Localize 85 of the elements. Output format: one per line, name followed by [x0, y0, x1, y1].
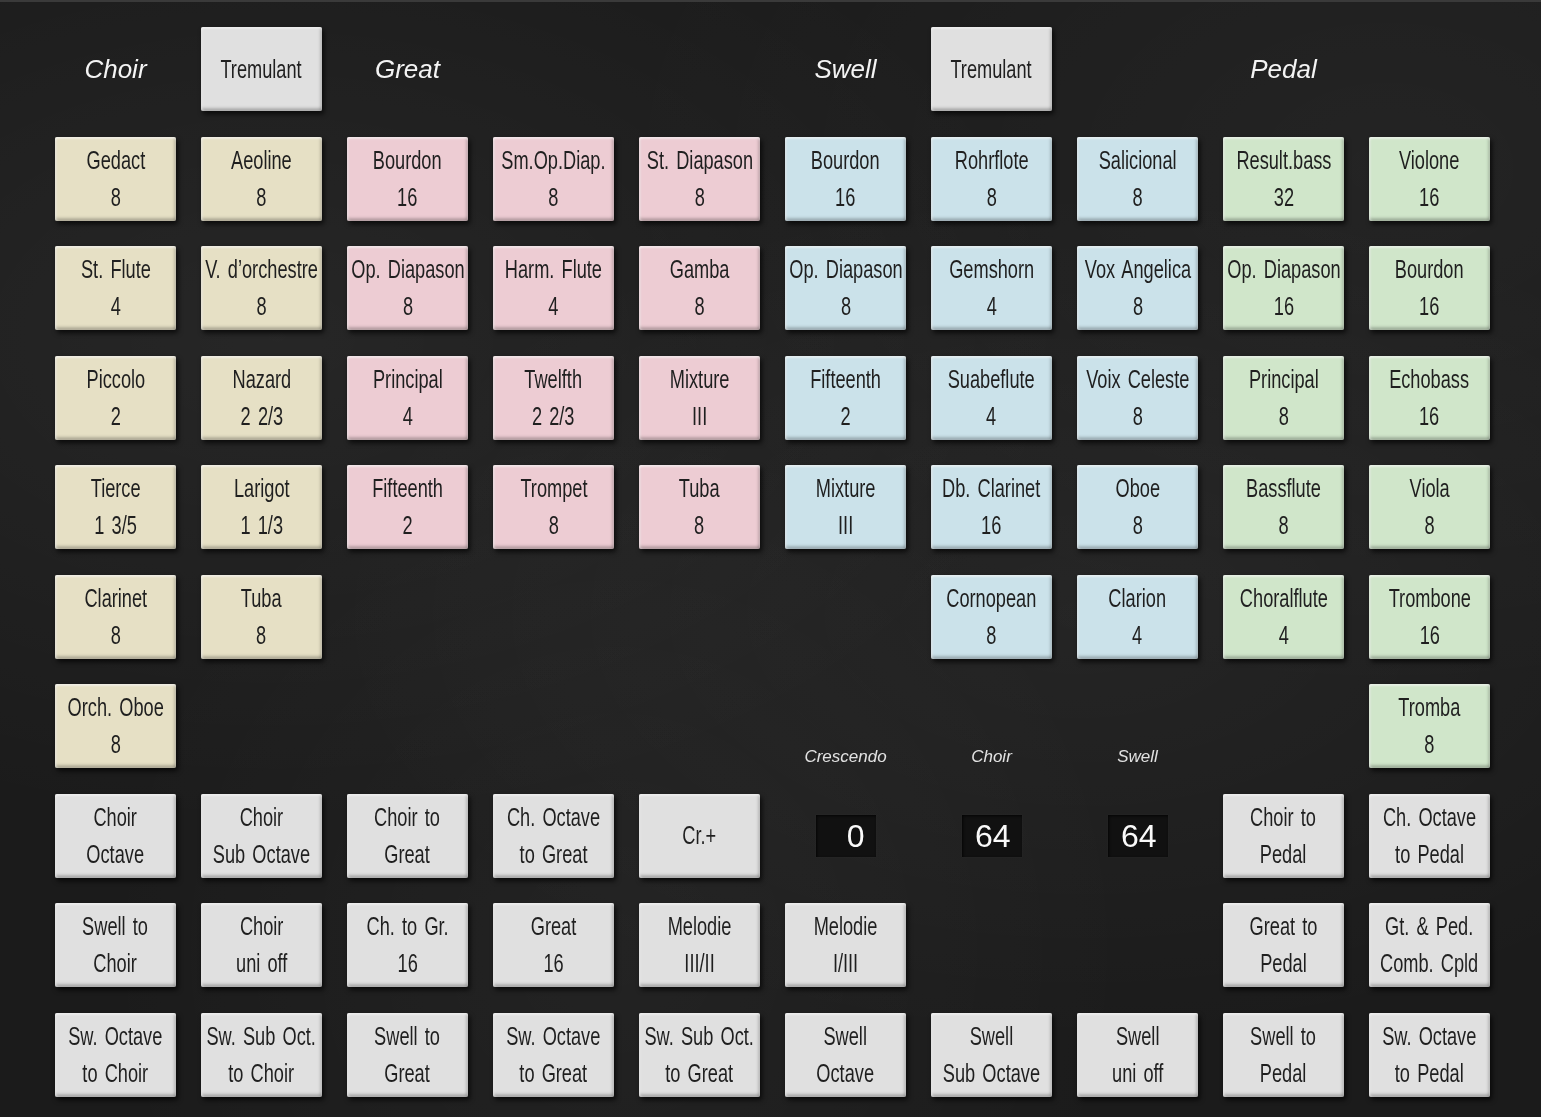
stop-button[interactable]: Op. Diapason 8	[785, 246, 906, 330]
stop-button[interactable]: V. d’orchestre 8	[201, 246, 322, 330]
stop-button[interactable]: Great 16	[493, 903, 614, 987]
stop-button[interactable]: Gedact 8	[55, 136, 176, 221]
stop-button[interactable]: Piccolo 2	[55, 355, 176, 440]
stop-button[interactable]: Mixture III	[639, 355, 760, 440]
value-display: 64	[1107, 814, 1168, 857]
stop-button[interactable]: Nazard 2 2/3	[201, 355, 322, 440]
stop-button[interactable]: Tremulant	[201, 27, 322, 111]
stop-button[interactable]: Echobass 16	[1369, 355, 1490, 440]
stop-button[interactable]: Clarinet 8	[55, 574, 176, 659]
stop-button[interactable]: St. Diapason 8	[639, 136, 760, 221]
stop-button[interactable]: Trompet 8	[493, 465, 614, 549]
stop-button[interactable]: Principal 4	[347, 355, 468, 440]
value-display: 0	[815, 814, 876, 857]
stop-button[interactable]: Bourdon 16	[347, 136, 468, 221]
stop-button[interactable]: Sm.Op.Diap. 8	[493, 136, 614, 221]
stop-button[interactable]: Viola 8	[1369, 465, 1490, 549]
stop-button[interactable]: Fifteenth 2	[347, 465, 468, 549]
stop-button[interactable]: Swell to Pedal	[1223, 1012, 1344, 1097]
stop-button[interactable]: Gt. & Ped. Comb. Cpld	[1369, 903, 1490, 987]
stop-button[interactable]: Harm. Flute 4	[493, 246, 614, 330]
stop-button[interactable]: Tierce 1 3/5	[55, 465, 176, 549]
stop-button[interactable]: Tremulant	[931, 27, 1052, 111]
stop-button[interactable]: Result.bass 32	[1223, 136, 1344, 221]
stop-button[interactable]: Fifteenth 2	[785, 355, 906, 440]
stop-button[interactable]: Choir to Great	[347, 793, 468, 878]
stop-button[interactable]: Vox Angelica 8	[1077, 246, 1198, 330]
stop-button[interactable]: Ch. Octave to Great	[493, 793, 614, 878]
stop-button[interactable]: Sw. Sub Oct. to Great	[639, 1012, 760, 1097]
display-caption: Swell	[1117, 746, 1158, 768]
division-heading: Pedal	[1250, 53, 1317, 85]
stop-button[interactable]: Trombone 16	[1369, 574, 1490, 659]
stop-button[interactable]: Suabeflute 4	[931, 355, 1052, 440]
stop-button[interactable]: Sw. Octave to Great	[493, 1012, 614, 1097]
stop-button[interactable]: Tromba 8	[1369, 684, 1490, 768]
stop-button[interactable]: Great to Pedal	[1223, 903, 1344, 987]
stop-button[interactable]: Mixture III	[785, 465, 906, 549]
stop-button[interactable]: Choir uni off	[201, 903, 322, 987]
value-display: 64	[961, 814, 1022, 857]
stop-button[interactable]: Tuba 8	[639, 465, 760, 549]
stop-button[interactable]: Twelfth 2 2/3	[493, 355, 614, 440]
display-caption: Crescendo	[804, 746, 887, 768]
stop-button[interactable]: Principal 8	[1223, 355, 1344, 440]
division-heading: Choir	[84, 53, 147, 85]
division-heading: Great	[375, 53, 440, 85]
stop-button[interactable]: Op. Diapason 16	[1223, 246, 1344, 330]
stop-button[interactable]: Bourdon 16	[1369, 246, 1490, 330]
stop-button[interactable]: Salicional 8	[1077, 136, 1198, 221]
stop-button[interactable]: Swell Octave	[785, 1012, 906, 1097]
stop-button[interactable]: Gemshorn 4	[931, 246, 1052, 330]
stop-button[interactable]: Bourdon 16	[785, 136, 906, 221]
stop-button[interactable]: Swell to Choir	[55, 903, 176, 987]
stop-button[interactable]: St. Flute 4	[55, 246, 176, 330]
stop-button[interactable]: Melodie III/II	[639, 903, 760, 987]
division-heading: Swell	[814, 53, 877, 85]
stop-button[interactable]: Choir to Pedal	[1223, 793, 1344, 878]
stop-button[interactable]: Cr.+	[639, 793, 760, 878]
stop-button[interactable]: Swell uni off	[1077, 1012, 1198, 1097]
stop-button[interactable]: Violone 16	[1369, 136, 1490, 221]
stop-button[interactable]: Cornopean 8	[931, 574, 1052, 659]
stop-button[interactable]: Op. Diapason 8	[347, 246, 468, 330]
stop-button[interactable]: Gamba 8	[639, 246, 760, 330]
stop-button[interactable]: Choir Sub Octave	[201, 793, 322, 878]
stop-button[interactable]: Aeoline 8	[201, 136, 322, 221]
stop-button[interactable]: Sw. Octave to Pedal	[1369, 1012, 1490, 1097]
stop-button[interactable]: Oboe 8	[1077, 465, 1198, 549]
stop-button[interactable]: Choir Octave	[55, 793, 176, 878]
stop-button[interactable]: Sw. Octave to Choir	[55, 1012, 176, 1097]
stop-button[interactable]: Orch. Oboe 8	[55, 684, 176, 768]
display-caption: Choir	[971, 746, 1012, 768]
stop-button[interactable]: Bassflute 8	[1223, 465, 1344, 549]
stop-button[interactable]: Swell Sub Octave	[931, 1012, 1052, 1097]
stop-button[interactable]: Ch. Octave to Pedal	[1369, 793, 1490, 878]
stop-button[interactable]: Sw. Sub Oct. to Choir	[201, 1012, 322, 1097]
stop-button[interactable]: Melodie I/III	[785, 903, 906, 987]
stop-button[interactable]: Clarion 4	[1077, 574, 1198, 659]
stop-button[interactable]: Rohrflote 8	[931, 136, 1052, 221]
stop-button[interactable]: Larigot 1 1/3	[201, 465, 322, 549]
stop-button[interactable]: Swell to Great	[347, 1012, 468, 1097]
stop-button[interactable]: Db. Clarinet 16	[931, 465, 1052, 549]
stop-button[interactable]: Ch. to Gr. 16	[347, 903, 468, 987]
stop-button[interactable]: Voix Celeste 8	[1077, 355, 1198, 440]
stop-button[interactable]: Choralflute 4	[1223, 574, 1344, 659]
stop-button[interactable]: Tuba 8	[201, 574, 322, 659]
